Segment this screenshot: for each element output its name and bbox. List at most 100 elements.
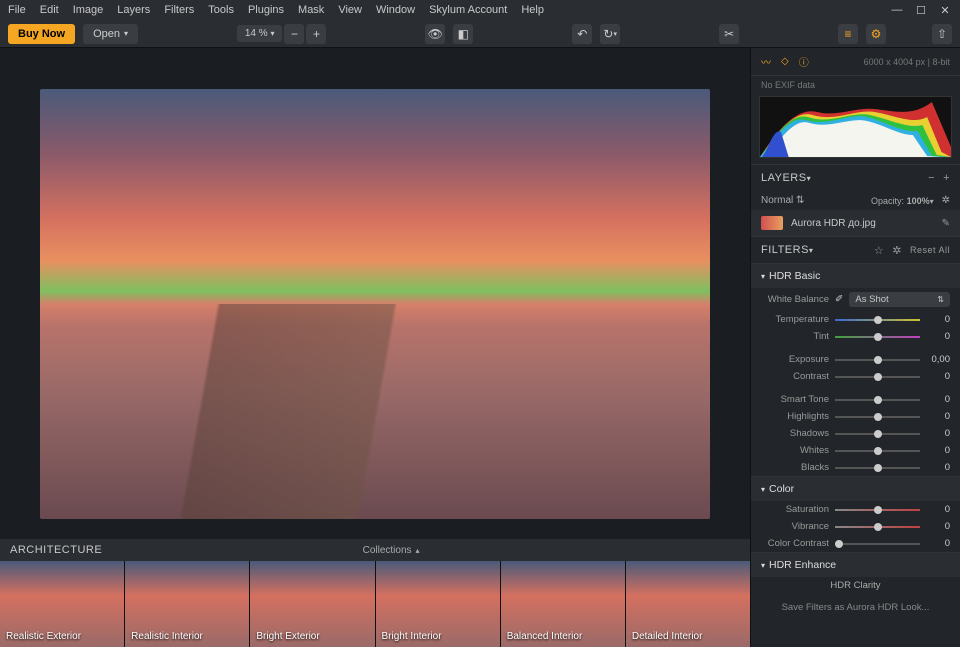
menu-window[interactable]: Window (376, 4, 415, 16)
slider-value: 0 (926, 521, 950, 532)
slider-track[interactable] (835, 467, 920, 469)
menu-help[interactable]: Help (521, 4, 544, 16)
slider-knob[interactable] (874, 356, 882, 364)
slider-track[interactable] (835, 543, 920, 545)
open-button[interactable]: Open▾ (83, 24, 138, 44)
crop-icon[interactable]: ✂ (719, 24, 739, 44)
slider-knob[interactable] (835, 540, 843, 548)
maximize-icon[interactable]: ☐ (914, 4, 928, 17)
hdr-slider-blacks[interactable]: Blacks0 (751, 459, 960, 476)
slider-label: Vibrance (761, 521, 829, 532)
hdr-slider-smart-tone[interactable]: Smart Tone0 (751, 391, 960, 408)
brush-icon[interactable]: ✎ (942, 218, 950, 229)
star-icon[interactable]: ☆ (874, 244, 884, 257)
slider-track[interactable] (835, 526, 920, 528)
color-slider-vibrance[interactable]: Vibrance 0 (751, 518, 960, 535)
preset-bright-exterior[interactable]: Bright Exterior (250, 561, 374, 647)
slider-track[interactable] (835, 399, 920, 401)
compare-icon[interactable]: ◧ (453, 24, 473, 44)
eyedropper-icon[interactable]: ✐ (835, 294, 843, 305)
slider-track[interactable] (835, 509, 920, 511)
undo-icon[interactable]: ↶ (572, 24, 592, 44)
add-layer-icon[interactable]: + (943, 172, 950, 184)
menu-edit[interactable]: Edit (40, 4, 59, 16)
layer-name: Aurora HDR до.jpg (791, 218, 876, 229)
hdr-slider-temperature[interactable]: Temperature0 (751, 311, 960, 328)
presets-panel-icon[interactable]: ≡ (838, 24, 858, 44)
color-slider-saturation[interactable]: Saturation0 (751, 501, 960, 518)
slider-value: 0 (926, 314, 950, 325)
preset-detailed-interior[interactable]: Detailed Interior (626, 561, 750, 647)
menu-file[interactable]: File (8, 4, 26, 16)
hdr-slider-shadows[interactable]: Shadows0 (751, 425, 960, 442)
menu-view[interactable]: View (338, 4, 362, 16)
menu-mask[interactable]: Mask (298, 4, 324, 16)
zoom-out-button[interactable]: − (284, 24, 304, 44)
slider-label: Tint (761, 331, 829, 342)
adjust-panel-icon[interactable]: ⚙ (866, 24, 886, 44)
history-icon[interactable]: ↻▾ (600, 24, 620, 44)
minimize-icon[interactable]: — (890, 4, 904, 17)
hdr-slider-highlights[interactable]: Highlights0 (751, 408, 960, 425)
menu-skylum-account[interactable]: Skylum Account (429, 4, 507, 16)
slider-knob[interactable] (874, 430, 882, 438)
color-header[interactable]: ▾Color (751, 477, 960, 501)
preset-bright-interior[interactable]: Bright Interior (376, 561, 500, 647)
buy-now-button[interactable]: Buy Now (8, 24, 75, 44)
blend-mode-dropdown[interactable]: Normal ⇅ (761, 195, 804, 206)
slider-knob[interactable] (874, 506, 882, 514)
preset-balanced-interior[interactable]: Balanced Interior (501, 561, 625, 647)
hdr-enhance-header[interactable]: ▾HDR Enhance (751, 553, 960, 577)
zoom-in-button[interactable]: + (306, 24, 326, 44)
preset-realistic-exterior[interactable]: Realistic Exterior (0, 561, 124, 647)
histogram[interactable] (759, 96, 952, 158)
histogram-tab-icon[interactable]: 〰 (761, 54, 771, 69)
menu-layers[interactable]: Layers (117, 4, 150, 16)
menu-tools[interactable]: Tools (208, 4, 234, 16)
slider-knob[interactable] (874, 373, 882, 381)
slider-knob[interactable] (874, 464, 882, 472)
slider-value: 0 (926, 504, 950, 515)
slider-track[interactable] (835, 336, 920, 338)
save-filters-link[interactable]: Save Filters as Aurora HDR Look... (751, 594, 960, 621)
slider-track[interactable] (835, 450, 920, 452)
preview-icon[interactable]: 👁 (425, 24, 445, 44)
slider-track[interactable] (835, 433, 920, 435)
preset-realistic-interior[interactable]: Realistic Interior (125, 561, 249, 647)
info-tab-icon[interactable]: ⓘ (799, 54, 809, 69)
slider-track[interactable] (835, 416, 920, 418)
photo-preview[interactable] (40, 89, 710, 519)
hdr-basic-header[interactable]: ▾HDR Basic (751, 264, 960, 288)
slider-knob[interactable] (874, 396, 882, 404)
hdr-slider-whites[interactable]: Whites0 (751, 442, 960, 459)
hdr-slider-tint[interactable]: Tint0 (751, 328, 960, 345)
export-icon[interactable]: ⇧ (932, 24, 952, 44)
zoom-level[interactable]: 14 % ▾ (237, 25, 283, 42)
menu-filters[interactable]: Filters (164, 4, 194, 16)
settings-icon[interactable]: ✲ (892, 244, 902, 257)
layer-opacity[interactable]: 100% (907, 196, 930, 206)
slider-knob[interactable] (874, 316, 882, 324)
slider-knob[interactable] (874, 447, 882, 455)
close-icon[interactable]: ✕ (938, 4, 952, 17)
layers-tab-icon[interactable]: ◇ (781, 56, 789, 67)
hdr-slider-exposure[interactable]: Exposure0,00 (751, 351, 960, 368)
slider-track[interactable] (835, 376, 920, 378)
reset-all-button[interactable]: Reset All (910, 245, 950, 255)
color-slider-color-contrast[interactable]: Color Contrast0 (751, 535, 960, 552)
slider-track[interactable] (835, 359, 920, 361)
hdr-slider-contrast[interactable]: Contrast0 (751, 368, 960, 385)
slider-label: Whites (761, 445, 829, 456)
menu-image[interactable]: Image (73, 4, 104, 16)
layer-item[interactable]: Aurora HDR до.jpg ✎ (751, 210, 960, 236)
slider-knob[interactable] (874, 333, 882, 341)
slider-track[interactable] (835, 319, 920, 321)
white-balance-dropdown[interactable]: As Shot⇅ (849, 292, 950, 307)
gear-icon[interactable]: ✲ (942, 195, 950, 206)
slider-label: Smart Tone (761, 394, 829, 405)
collections-dropdown[interactable]: Collections ▴ (363, 545, 420, 556)
slider-knob[interactable] (874, 523, 882, 531)
slider-knob[interactable] (874, 413, 882, 421)
remove-layer-icon[interactable]: − (928, 172, 935, 184)
menu-plugins[interactable]: Plugins (248, 4, 284, 16)
